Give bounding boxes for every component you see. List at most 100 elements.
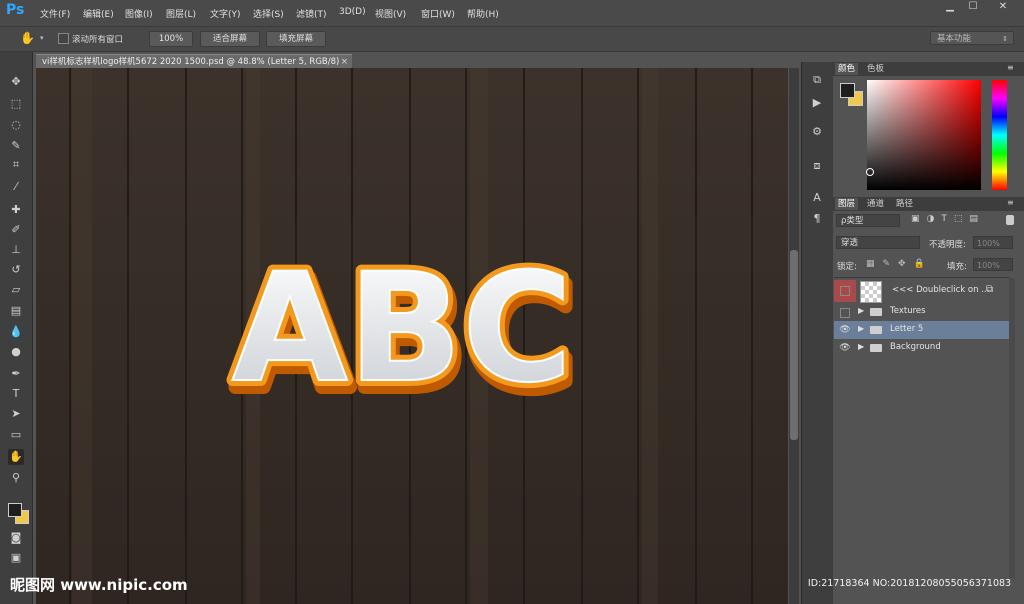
- workspace-select[interactable]: 基本功能 ⇕: [930, 31, 1014, 45]
- healing-brush-tool-icon[interactable]: ✚: [8, 202, 24, 218]
- layer-row[interactable]: <<< Doubleclick on ... ⧉: [834, 280, 1009, 303]
- menu-type[interactable]: 文字(Y): [210, 7, 241, 20]
- menu-view[interactable]: 视图(V): [375, 7, 406, 20]
- color-panel-header: [833, 62, 1024, 76]
- paragraph-panel-icon[interactable]: ¶: [809, 211, 825, 227]
- history-panel-icon[interactable]: ⧉: [809, 72, 825, 88]
- lasso-tool-icon[interactable]: ◌: [8, 117, 24, 133]
- chevron-down-icon[interactable]: ▾: [40, 34, 44, 42]
- character-panel-icon[interactable]: A: [809, 190, 825, 206]
- menu-layer[interactable]: 图层(L): [166, 7, 196, 20]
- close-tab-icon[interactable]: ×: [341, 55, 348, 69]
- divider: [834, 277, 1009, 278]
- layer-row[interactable]: 👁 ▶ Background: [834, 339, 1009, 357]
- menu-3d[interactable]: 3D(D): [339, 7, 366, 17]
- hand-tool-preset-icon[interactable]: ✋: [20, 31, 36, 47]
- history-brush-tool-icon[interactable]: ↺: [8, 262, 24, 278]
- tab-color[interactable]: 颜色: [835, 63, 859, 75]
- blur-tool-icon[interactable]: 💧: [8, 324, 24, 340]
- tab-paths[interactable]: 路径: [893, 198, 916, 210]
- expand-arrow-icon[interactable]: ▶: [858, 324, 864, 333]
- layer-filter-icons[interactable]: ▣◑T⬚▤: [911, 214, 985, 224]
- clone-stamp-tool-icon[interactable]: ⊥: [8, 242, 24, 258]
- layer-row-selected[interactable]: 👁 ▶ Letter 5: [834, 321, 1009, 339]
- close-button[interactable]: ✕: [993, 1, 1013, 15]
- color-fg-swatch[interactable]: [840, 83, 855, 98]
- quick-mask-icon[interactable]: ◙: [8, 530, 24, 546]
- menu-edit[interactable]: 编辑(E): [83, 7, 114, 20]
- layer-name: Textures: [890, 306, 926, 316]
- menu-image[interactable]: 图像(I): [125, 7, 153, 20]
- lock-icons[interactable]: ▦✎✥🔒: [866, 259, 933, 269]
- blend-mode-select[interactable]: 穿透: [836, 236, 920, 249]
- document-title: vi样机标志样机logo样机5672 2020 1500.psd @ 48.8%…: [42, 57, 340, 67]
- properties-panel-icon[interactable]: ⚙: [809, 124, 825, 140]
- menu-select[interactable]: 选择(S): [253, 7, 284, 20]
- visibility-toggle[interactable]: [840, 308, 850, 318]
- layer-row[interactable]: ▶ Textures: [834, 303, 1009, 321]
- actions-play-icon[interactable]: ▶: [809, 95, 825, 111]
- eyedropper-tool-icon[interactable]: ⁄: [8, 179, 24, 195]
- document-canvas[interactable]: ABC ABC ABC: [36, 68, 788, 604]
- layer-name: <<< Doubleclick on ...: [892, 285, 990, 295]
- menu-filter[interactable]: 滤镜(T): [296, 7, 327, 20]
- pen-tool-icon[interactable]: ✒: [8, 366, 24, 382]
- type-tool-icon[interactable]: T: [8, 386, 24, 402]
- foreground-color-swatch[interactable]: [8, 503, 22, 517]
- layer-filter-select[interactable]: ρ类型: [836, 214, 900, 227]
- tab-swatches[interactable]: 色板: [864, 63, 887, 75]
- hand-tool-icon[interactable]: ✋: [8, 449, 24, 465]
- opacity-input[interactable]: 100%: [973, 236, 1013, 249]
- eye-icon[interactable]: 👁: [838, 324, 852, 336]
- gradient-tool-icon[interactable]: ▤: [8, 303, 24, 319]
- menu-help[interactable]: 帮助(H): [467, 7, 499, 20]
- fit-screen-button[interactable]: 适合屏幕: [200, 31, 260, 47]
- minimize-button[interactable]: ▁: [940, 1, 960, 15]
- marquee-tool-icon[interactable]: ⬚: [8, 96, 24, 112]
- tab-channels[interactable]: 通道: [864, 198, 887, 210]
- layer-filter-label: ρ类型: [841, 216, 864, 226]
- panel-menu-icon[interactable]: ≡: [1007, 63, 1014, 72]
- screen-mode-icon[interactable]: ▣: [8, 550, 24, 566]
- tab-layers[interactable]: 图层: [835, 198, 859, 210]
- brush-tool-icon[interactable]: ✐: [8, 222, 24, 238]
- eraser-tool-icon[interactable]: ▱: [8, 282, 24, 298]
- folder-icon: [870, 326, 882, 334]
- quick-select-tool-icon[interactable]: ✎: [8, 138, 24, 154]
- visibility-toggle[interactable]: [840, 286, 850, 296]
- menu-bar: [0, 0, 1024, 27]
- filter-toggle-icon[interactable]: [1006, 215, 1014, 225]
- restore-button[interactable]: ☐: [963, 1, 983, 15]
- move-tool-icon[interactable]: ✥: [8, 74, 24, 90]
- menu-file[interactable]: 文件(F): [40, 7, 70, 20]
- rectangle-tool-icon[interactable]: ▭: [8, 427, 24, 443]
- layers-scrollbar[interactable]: [1009, 278, 1015, 578]
- scroll-all-label: 滚动所有窗口: [72, 35, 124, 45]
- fill-screen-button[interactable]: 填充屏幕: [266, 31, 326, 47]
- eye-icon[interactable]: 👁: [838, 342, 852, 354]
- color-picker-field[interactable]: [867, 80, 981, 190]
- crop-tool-icon[interactable]: ⌗: [8, 157, 24, 173]
- zoom-tool-icon[interactable]: ⚲: [8, 470, 24, 486]
- fill-input[interactable]: 100%: [973, 258, 1013, 271]
- expand-arrow-icon[interactable]: ▶: [858, 342, 864, 351]
- blend-mode-label: 穿透: [841, 238, 859, 248]
- expand-arrow-icon[interactable]: ▶: [858, 306, 864, 315]
- adjustments-panel-icon[interactable]: ⧈: [809, 158, 825, 174]
- site-watermark: 昵图网 www.nipic.com: [10, 576, 188, 594]
- zoom-100-button[interactable]: 100%: [149, 31, 193, 47]
- dodge-tool-icon[interactable]: ●: [8, 344, 24, 360]
- folder-icon: [870, 344, 882, 352]
- folder-icon: [870, 308, 882, 316]
- color-picker-cursor[interactable]: [866, 168, 874, 176]
- scroll-all-checkbox[interactable]: [58, 33, 69, 44]
- path-select-tool-icon[interactable]: ➤: [8, 406, 24, 422]
- layer-name: Background: [890, 342, 941, 352]
- layers-panel-menu-icon[interactable]: ≡: [1007, 198, 1014, 207]
- document-tab[interactable]: vi样机标志样机logo样机5672 2020 1500.psd @ 48.8%…: [36, 54, 352, 68]
- menu-window[interactable]: 窗口(W): [421, 7, 455, 20]
- canvas-artwork: ABC ABC ABC: [36, 68, 788, 604]
- hue-slider[interactable]: [992, 80, 1007, 190]
- layer-thumbnail: [860, 281, 882, 303]
- scrollbar-thumb[interactable]: [790, 250, 798, 440]
